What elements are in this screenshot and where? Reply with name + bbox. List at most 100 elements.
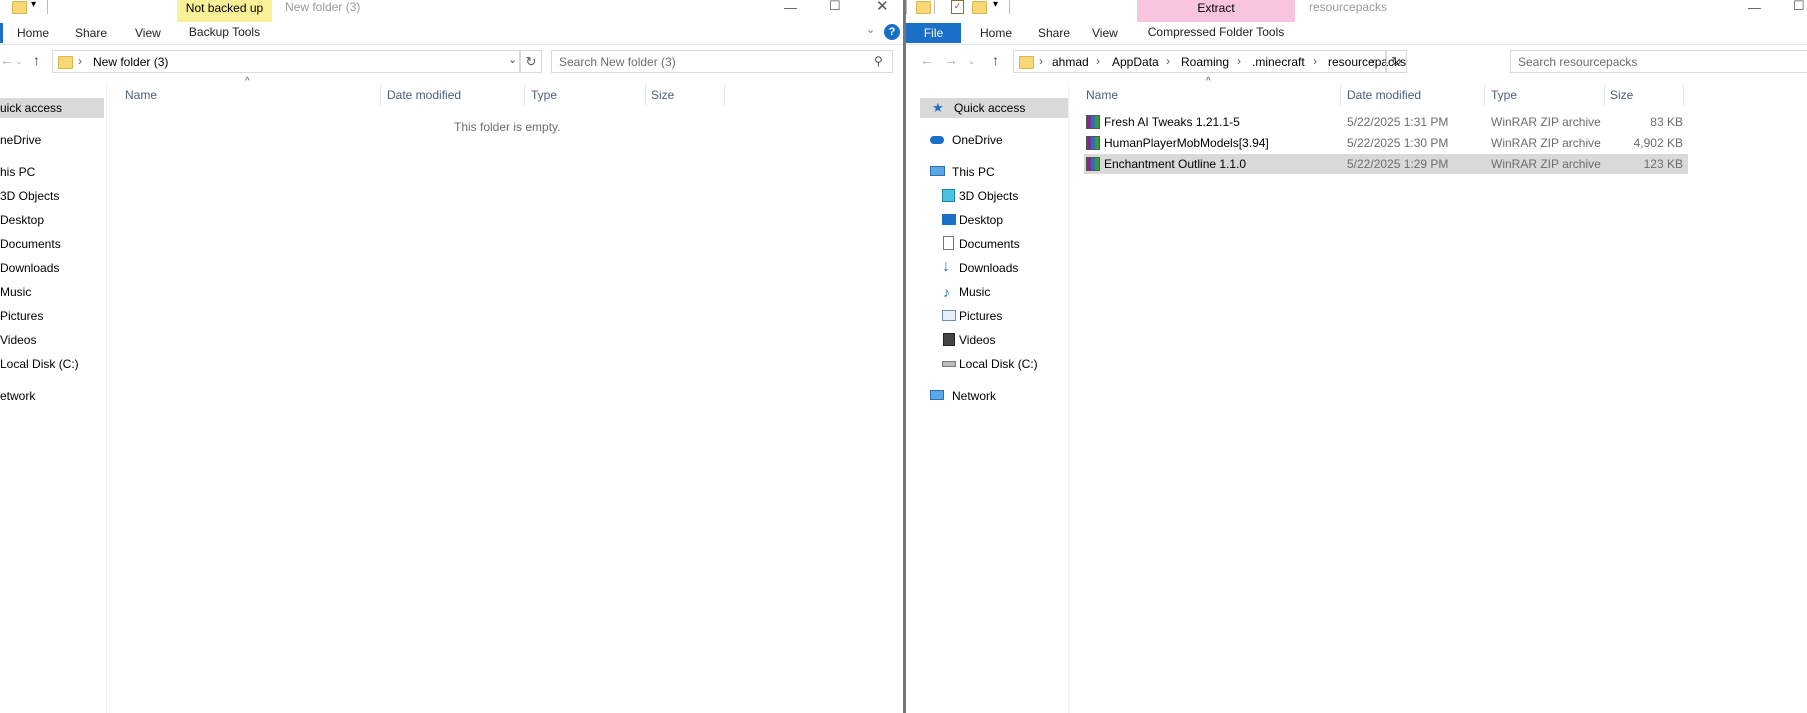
ribbon-tab-backup-tools[interactable]: Backup Tools xyxy=(177,22,272,40)
breadcrumb-item[interactable]: New folder (3) xyxy=(93,55,168,69)
divider xyxy=(1009,0,1010,14)
properties-icon[interactable]: ✓ xyxy=(951,0,964,14)
nav-documents[interactable]: Documents xyxy=(0,234,61,254)
folder-icon xyxy=(1019,56,1034,69)
download-arrow-icon: ↓ xyxy=(942,258,950,275)
nav-local-disk[interactable]: Local Disk (C:) xyxy=(0,354,79,374)
breadcrumb-chevron-icon[interactable]: › xyxy=(1313,54,1317,68)
breadcrumb-chevron-icon[interactable]: › xyxy=(1096,54,1100,68)
file-name: HumanPlayerMobModels[3.94] xyxy=(1104,136,1269,150)
file-size: 83 KB xyxy=(1650,115,1683,129)
nav-label: Videos xyxy=(959,333,996,347)
nav-label: This PC xyxy=(952,165,995,179)
nav-label: Local Disk (C:) xyxy=(959,357,1038,371)
folder-icon xyxy=(58,56,73,69)
column-date-modified[interactable]: Date modified xyxy=(1347,84,1421,106)
tab-view[interactable]: View xyxy=(135,22,161,44)
nav-label: 3D Objects xyxy=(959,189,1019,203)
breadcrumb-chevron-icon[interactable]: › xyxy=(78,54,82,68)
nav-this-pc[interactable]: his PC xyxy=(0,162,35,182)
forward-arrow-icon[interactable]: → xyxy=(944,52,958,68)
address-bar[interactable]: › ahmad › AppData › Roaming › .minecraft… xyxy=(1013,50,1406,73)
new-folder-icon[interactable] xyxy=(972,1,987,14)
address-bar[interactable]: › New folder (3) ⌄ xyxy=(52,50,520,73)
quick-access-toolbar-dropdown-icon[interactable]: ▾ xyxy=(993,0,998,10)
tab-share[interactable]: Share xyxy=(1038,22,1070,44)
file-type: WinRAR ZIP archive xyxy=(1491,136,1601,150)
maximize-icon[interactable]: ☐ xyxy=(829,0,841,14)
folder-icon xyxy=(916,1,931,14)
nav-pictures[interactable]: Pictures xyxy=(0,306,43,326)
divider xyxy=(934,0,935,14)
nav-desktop[interactable]: Desktop xyxy=(0,210,44,230)
column-date-modified[interactable]: Date modified xyxy=(387,84,461,106)
nav-quick-access[interactable]: uick access xyxy=(0,98,104,118)
file-tab-edge[interactable] xyxy=(0,23,3,43)
search-input[interactable]: Search New folder (3) ⚲ xyxy=(551,50,893,73)
sort-up-icon: ^ xyxy=(245,76,250,87)
tab-share[interactable]: Share xyxy=(75,22,107,44)
refresh-icon[interactable]: ↻ xyxy=(1386,50,1407,73)
ribbon-tab-compressed-folder-tools[interactable]: Compressed Folder Tools xyxy=(1137,22,1295,40)
recent-locations-chevron-icon[interactable]: ⌄ xyxy=(15,56,23,67)
column-type[interactable]: Type xyxy=(531,84,557,106)
tab-home[interactable]: Home xyxy=(980,22,1012,44)
nav-label: Quick access xyxy=(954,101,1026,115)
empty-folder-message: This folder is empty. xyxy=(454,120,561,134)
disk-drive-icon xyxy=(942,361,956,367)
star-icon: ★ xyxy=(932,100,944,115)
winrar-archive-icon xyxy=(1086,136,1100,150)
refresh-icon[interactable]: ↻ xyxy=(520,50,542,73)
address-dropdown-icon[interactable]: ⌄ xyxy=(508,53,517,66)
breadcrumb-chevron-icon[interactable]: › xyxy=(1039,54,1043,68)
breadcrumb-minecraft[interactable]: .minecraft xyxy=(1252,55,1305,69)
right-explorer-window: ✓ ▾ Extract Compressed Folder Tools reso… xyxy=(906,0,1807,713)
up-arrow-icon[interactable]: ↑ xyxy=(33,52,40,68)
search-input[interactable]: Search resourcepacks xyxy=(1510,50,1807,73)
column-name[interactable]: Name xyxy=(1086,84,1118,106)
recent-locations-chevron-icon[interactable]: ⌄ xyxy=(968,56,976,67)
breadcrumb-chevron-icon[interactable]: › xyxy=(1237,54,1241,68)
breadcrumb-roaming[interactable]: Roaming xyxy=(1181,55,1229,69)
nav-network[interactable]: etwork xyxy=(0,386,35,406)
minimize-icon[interactable]: — xyxy=(784,0,797,15)
winrar-archive-icon xyxy=(1086,115,1100,129)
file-row-selected[interactable]: Enchantment Outline 1.1.0 5/22/2025 1:29… xyxy=(1084,154,1688,174)
file-row[interactable]: HumanPlayerMobModels[3.94] 5/22/2025 1:3… xyxy=(1084,133,1688,153)
file-date: 5/22/2025 1:31 PM xyxy=(1347,115,1449,129)
nav-label: Network xyxy=(952,389,997,403)
column-size[interactable]: Size xyxy=(651,84,674,106)
back-arrow-icon[interactable]: ← xyxy=(0,52,14,68)
nav-3d-objects[interactable]: 3D Objects xyxy=(0,186,59,206)
column-size[interactable]: Size xyxy=(1610,84,1633,106)
minimize-icon[interactable]: — xyxy=(1748,0,1761,15)
breadcrumb-appdata[interactable]: AppData xyxy=(1112,55,1159,69)
column-name[interactable]: Name xyxy=(125,84,157,106)
address-dropdown-icon[interactable]: ⌄ xyxy=(1368,52,1377,65)
nav-label: uick access xyxy=(0,101,63,115)
nav-label: OneDrive xyxy=(952,133,1003,147)
file-tab[interactable]: File xyxy=(906,23,961,43)
nav-onedrive[interactable]: neDrive xyxy=(0,130,41,150)
tab-view[interactable]: View xyxy=(1092,22,1118,44)
tab-home[interactable]: Home xyxy=(17,22,49,44)
ctx-tab-not-backed-up[interactable]: Not backed up xyxy=(177,0,272,22)
nav-music[interactable]: Music xyxy=(0,282,31,302)
breadcrumb-ahmad[interactable]: ahmad xyxy=(1052,55,1089,69)
sort-up-icon: ^ xyxy=(1206,76,1211,87)
nav-videos[interactable]: Videos xyxy=(0,330,36,350)
up-arrow-icon[interactable]: ↑ xyxy=(992,52,999,68)
back-arrow-icon[interactable]: ← xyxy=(920,52,934,68)
file-row[interactable]: Fresh AI Tweaks 1.21.1-5 5/22/2025 1:31 … xyxy=(1084,112,1688,132)
quick-access-toolbar-dropdown-icon[interactable]: ▾ xyxy=(31,0,36,10)
help-icon[interactable]: ? xyxy=(884,24,900,40)
close-icon[interactable]: ✕ xyxy=(876,0,889,15)
column-type[interactable]: Type xyxy=(1491,84,1517,106)
ribbon-expand-chevron-icon[interactable]: ⌄ xyxy=(866,23,875,36)
nav-downloads[interactable]: Downloads xyxy=(0,258,59,278)
ctx-tab-extract[interactable]: Extract xyxy=(1137,0,1295,22)
breadcrumb-chevron-icon[interactable]: › xyxy=(1166,54,1170,68)
nav-quick-access[interactable]: ★ Quick access xyxy=(920,98,1068,118)
document-icon xyxy=(943,236,954,250)
maximize-icon[interactable]: ☐ xyxy=(1793,0,1805,14)
